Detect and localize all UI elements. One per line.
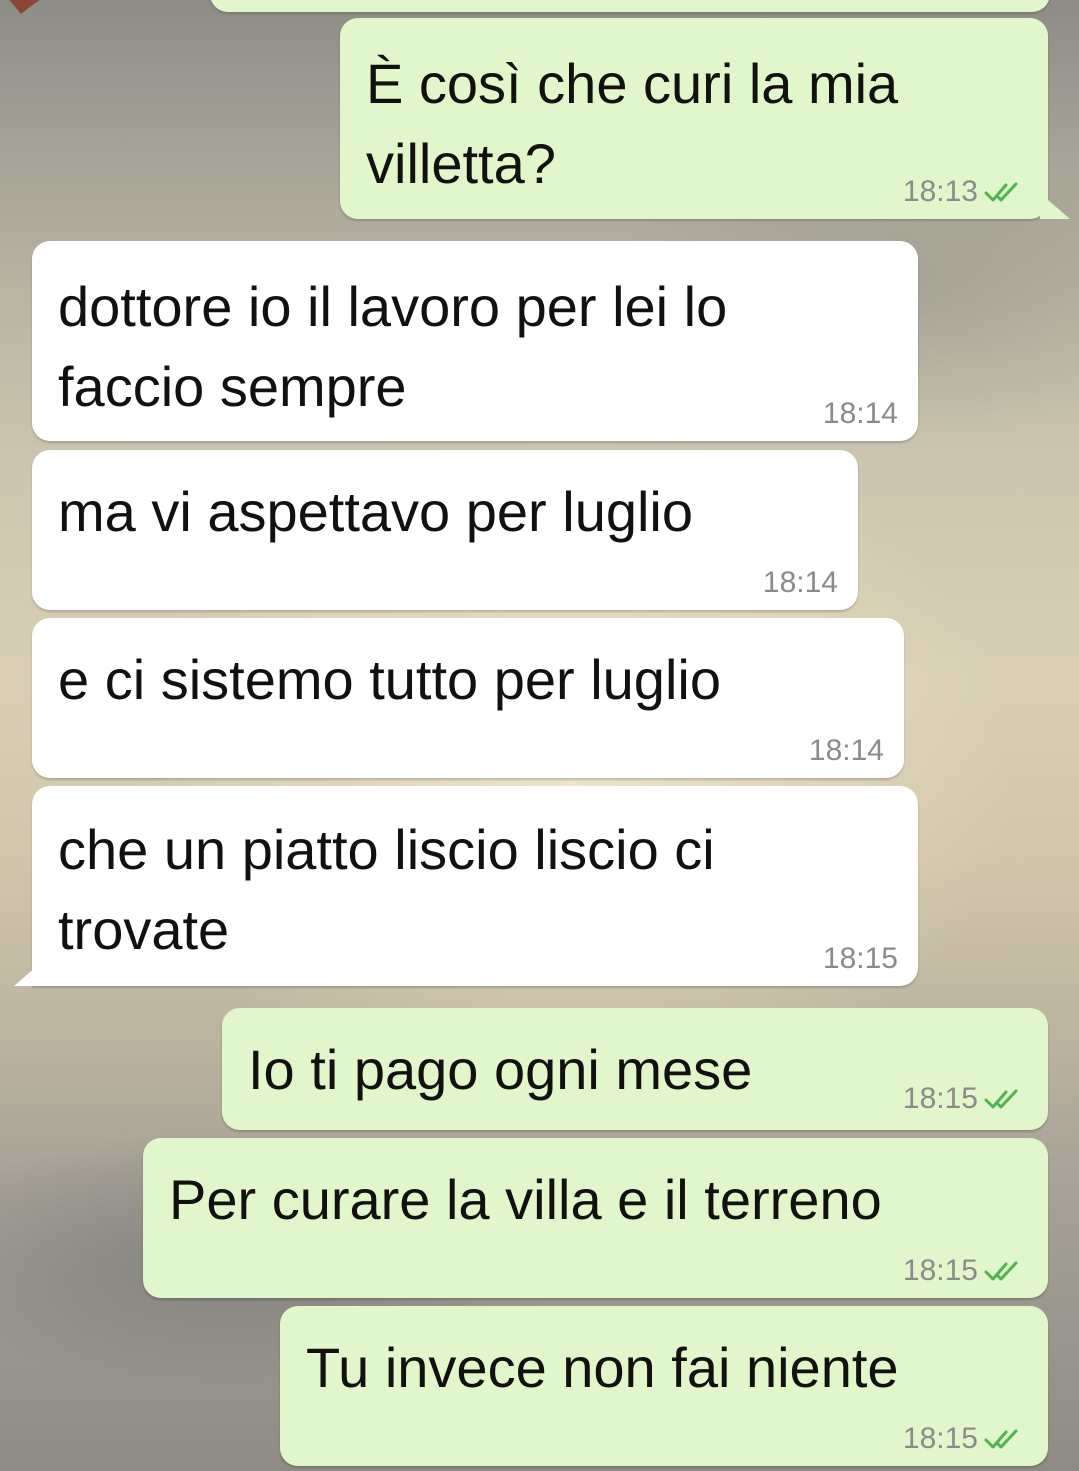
- message-meta: 18:14: [809, 734, 884, 768]
- message-bubble-outgoing[interactable]: È così che curi la mia villetta? 18:13: [340, 18, 1070, 219]
- message-meta: 18:14: [763, 566, 838, 600]
- message-time: 18:15: [902, 1082, 978, 1115]
- message-text: Tu invece non fai niente: [306, 1336, 899, 1399]
- message-time: 18:13: [902, 175, 978, 208]
- message-bubble-outgoing[interactable]: Io ti pago ogni mese 18:15: [222, 1008, 1048, 1130]
- message-meta: 18:15: [903, 1422, 1026, 1456]
- message-bubble-incoming[interactable]: ma vi aspettavo per luglio 18:14: [32, 450, 858, 610]
- message-bubble-incoming[interactable]: e ci sistemo tutto per luglio 18:14: [32, 618, 904, 778]
- message-time: 18:14: [822, 397, 898, 430]
- double-check-icon: [984, 1089, 1018, 1109]
- message-text: dottore io il lavoro per lei lo faccio s…: [58, 275, 728, 418]
- message-text: Per curare la villa e il terreno: [169, 1168, 882, 1231]
- message-text: ma vi aspettavo per luglio: [58, 480, 694, 543]
- message-time: 18:15: [902, 1254, 978, 1287]
- double-check-icon: [984, 1261, 1018, 1281]
- message-meta: 18:13: [903, 175, 1026, 209]
- message-bubble-outgoing[interactable]: Tu invece non fai niente 18:15: [280, 1306, 1048, 1466]
- message-text: e ci sistemo tutto per luglio: [58, 648, 721, 711]
- double-check-icon: [984, 182, 1018, 202]
- bubble-tail: [1040, 193, 1070, 219]
- message-meta: 18:15: [903, 1254, 1026, 1288]
- message-text: che un piatto liscio liscio ci trovate: [58, 818, 715, 961]
- message-time: 18:14: [762, 566, 838, 599]
- message-time: 18:14: [808, 734, 884, 767]
- message-time: 18:15: [902, 1422, 978, 1455]
- previous-message-bubble[interactable]: [210, 0, 1050, 12]
- message-meta: 18:14: [823, 397, 898, 431]
- message-meta: 18:15: [823, 942, 898, 976]
- bubble-tail: [14, 960, 44, 986]
- message-time: 18:15: [822, 942, 898, 975]
- double-check-icon: [984, 1429, 1018, 1449]
- message-bubble-outgoing[interactable]: Per curare la villa e il terreno 18:15: [143, 1138, 1048, 1298]
- message-bubble-incoming[interactable]: dottore io il lavoro per lei lo faccio s…: [32, 241, 918, 441]
- message-meta: 18:15: [903, 1082, 1026, 1116]
- message-list[interactable]: È così che curi la mia villetta? 18:13 d…: [0, 0, 1079, 1471]
- message-bubble-incoming[interactable]: che un piatto liscio liscio ci trovate 1…: [14, 786, 918, 986]
